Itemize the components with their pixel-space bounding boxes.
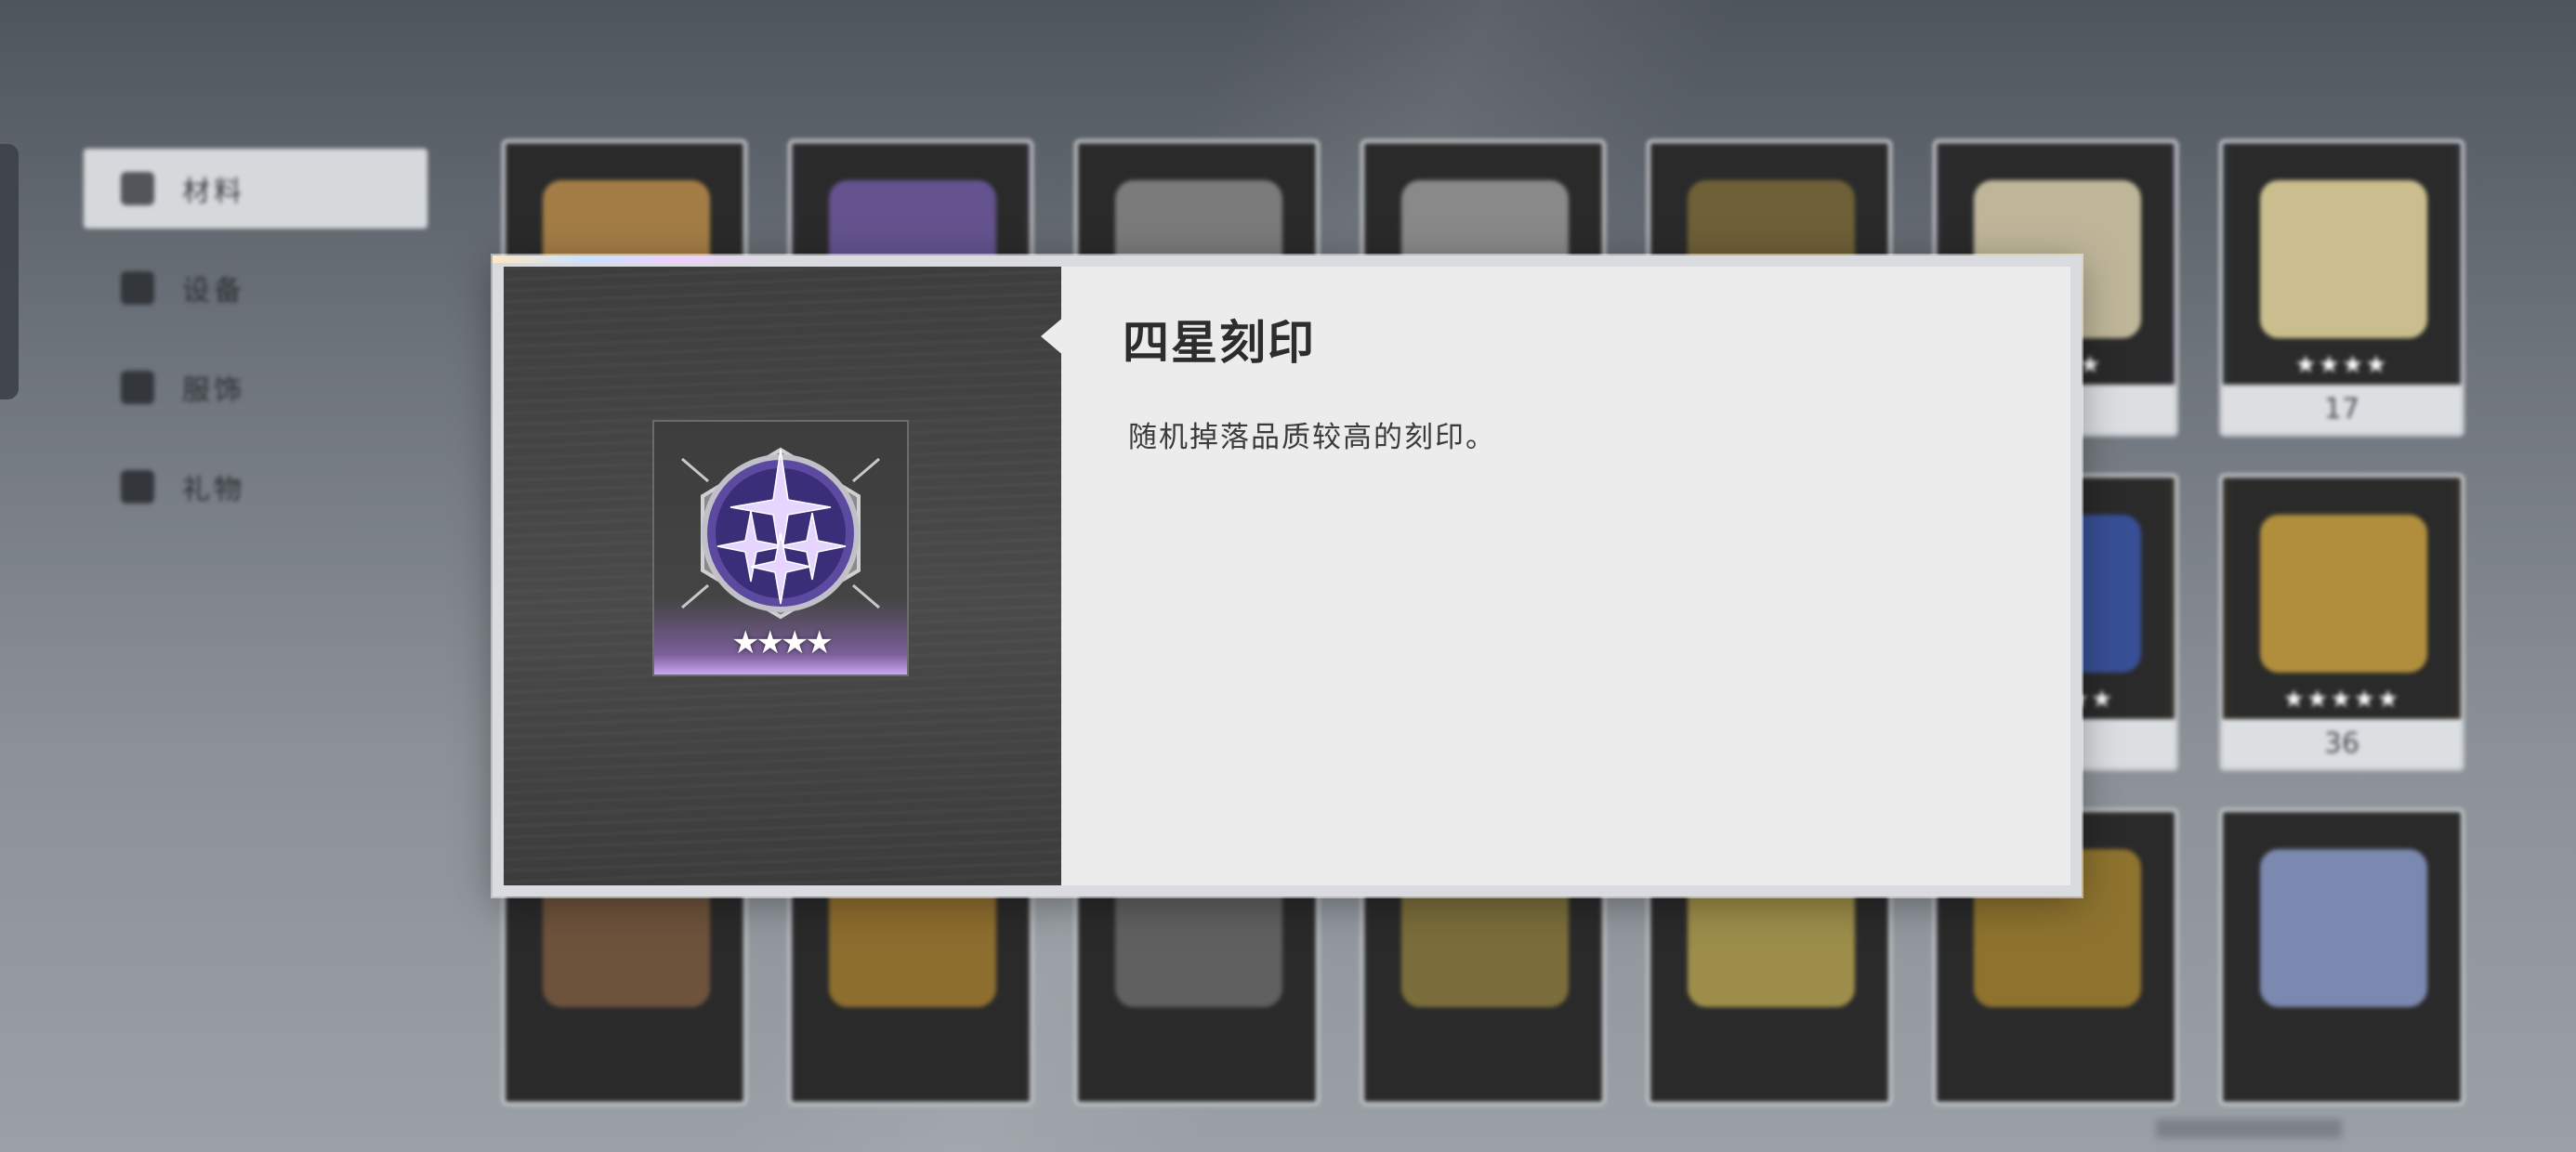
sidebar-item-materials[interactable]: 材料 — [84, 149, 427, 229]
item-art — [2260, 849, 2427, 1007]
category-sidebar: 材料 设备 服饰 礼物 — [84, 149, 427, 546]
outfit-icon — [121, 371, 154, 404]
sidebar-item-label: 服饰 — [182, 374, 245, 407]
sidebar-item-label: 设备 — [182, 275, 245, 308]
sidebar-item-outfit[interactable]: 服饰 — [84, 347, 427, 427]
game-screen: 材料 设备 服饰 礼物 ★★★★★★★★17★★★★★★★★★★36 — [0, 0, 2576, 1152]
item-info-pane: 四星刻印 随机掉落品质较高的刻印。 — [1061, 267, 2070, 885]
inventory-item[interactable]: ★★★★★ 36 — [2219, 474, 2464, 771]
left-edge-tab[interactable] — [0, 144, 19, 399]
materials-icon — [121, 172, 154, 205]
inventory-item[interactable]: ★★★★ 17 — [2219, 139, 2464, 437]
sidebar-item-gift[interactable]: 礼物 — [84, 447, 427, 527]
equipment-icon — [121, 271, 154, 305]
rarity-stars: ★★★★ — [731, 624, 834, 661]
item-count: 36 — [2223, 719, 2461, 767]
sidebar-item-label: 礼物 — [182, 474, 245, 506]
inventory-item[interactable] — [2219, 808, 2464, 1106]
modal-shine-accent — [493, 255, 771, 263]
item-icon-frame: ★★★★ — [652, 420, 909, 676]
item-detail-modal: ★★★★ 四星刻印 随机掉落品质较高的刻印。 — [493, 255, 2082, 897]
item-preview-pane: ★★★★ — [504, 267, 1061, 885]
blurred-footer-text — [2156, 1119, 2342, 1138]
item-title: 四星刻印 — [1123, 316, 1316, 370]
item-art — [2260, 515, 2427, 673]
gift-icon — [121, 470, 154, 504]
sidebar-item-equipment[interactable]: 设备 — [84, 248, 427, 328]
item-count: 17 — [2223, 385, 2461, 433]
item-rarity-stars: ★★★★★ — [2282, 686, 2401, 713]
item-rarity-stars: ★★★★ — [2294, 351, 2389, 379]
sidebar-item-label: 材料 — [182, 176, 245, 208]
item-description: 随机掉落品质较高的刻印。 — [1128, 421, 1496, 454]
item-art — [2260, 180, 2427, 338]
